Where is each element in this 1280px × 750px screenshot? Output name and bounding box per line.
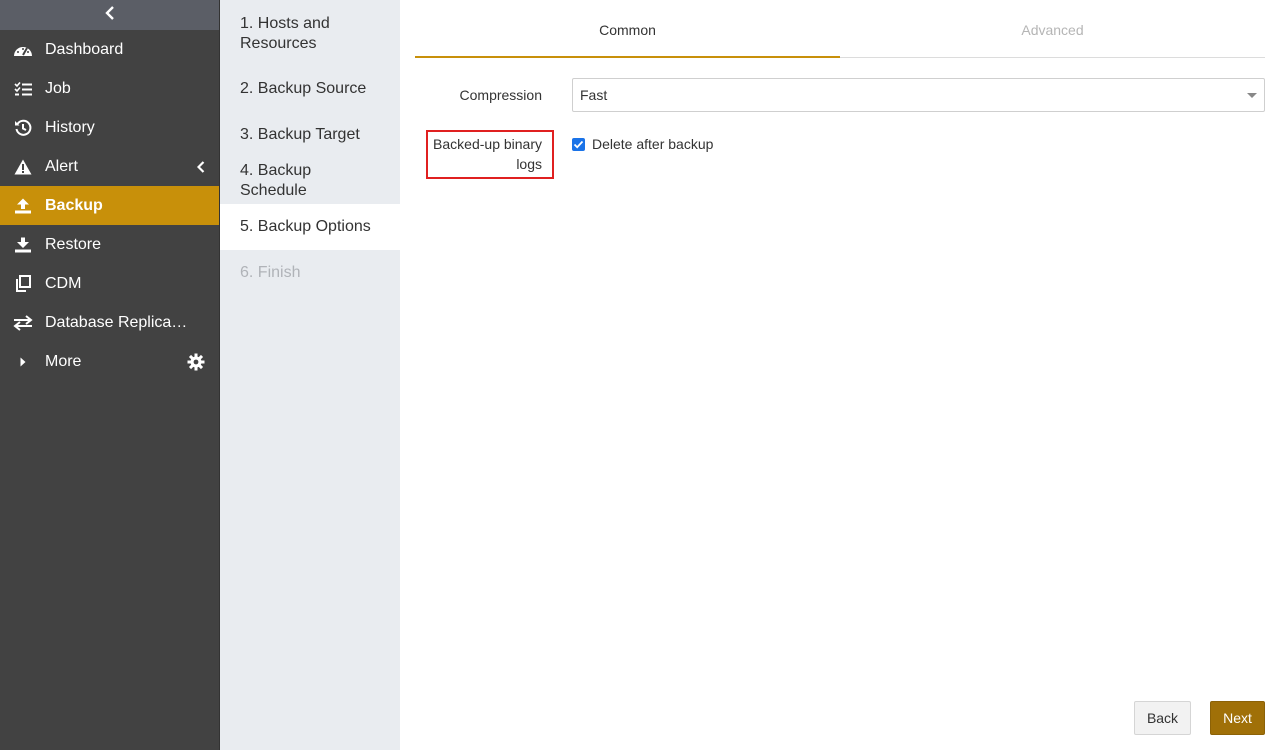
delete-after-backup-option[interactable]: Delete after backup [572, 136, 713, 152]
sidebar-item-label: Database Replica… [45, 313, 188, 331]
sidebar-item-job[interactable]: Job [0, 69, 219, 108]
sidebar-item-history[interactable]: History [0, 108, 219, 147]
sidebar-item-label: Alert [45, 157, 78, 175]
backup-upload-icon [0, 198, 45, 214]
sidebar-item-label: CDM [45, 274, 82, 292]
sidebar-item-more[interactable]: More [0, 342, 219, 381]
chevron-left-icon [104, 5, 115, 25]
step-backup-schedule[interactable]: 4. Backup Schedule [220, 158, 400, 204]
sidebar-item-dashboard[interactable]: Dashboard [0, 30, 219, 69]
compression-value: Fast [580, 87, 608, 103]
restore-download-icon [0, 237, 45, 253]
history-icon [0, 119, 45, 137]
tab-advanced[interactable]: Advanced [840, 13, 1265, 57]
sidebar-item-cdm[interactable]: CDM [0, 264, 219, 303]
sidebar: Dashboard Job History Alert Backup Resto… [0, 0, 220, 750]
delete-after-backup-checkbox[interactable] [572, 137, 585, 151]
caret-right-icon [0, 356, 45, 368]
dashboard-icon [0, 42, 45, 58]
step-label: 6. Finish [240, 264, 301, 281]
sidebar-item-label: Job [45, 79, 71, 97]
delete-after-backup-label: Delete after backup [592, 136, 714, 152]
main-content: Common Advanced Compression Fast Backed-… [400, 0, 1280, 750]
sidebar-item-database-replication[interactable]: Database Replica… [0, 303, 219, 342]
job-list-icon [0, 81, 45, 96]
sidebar-item-alert[interactable]: Alert [0, 147, 219, 186]
replication-arrows-icon [0, 314, 45, 331]
step-finish: 6. Finish [220, 250, 400, 296]
wizard-steps: 1. Hosts and Resources 2. Backup Source … [220, 0, 400, 750]
step-backup-options[interactable]: 5. Backup Options [220, 204, 400, 250]
step-label: 5. Backup Options [240, 218, 371, 235]
compression-label: Compression [459, 87, 542, 103]
sidebar-item-label: History [45, 118, 95, 136]
sidebar-item-label: Restore [45, 235, 102, 253]
step-label: 2. Backup Source [240, 80, 367, 97]
sidebar-item-restore[interactable]: Restore [0, 225, 219, 264]
step-hosts-and-resources[interactable]: 1. Hosts and Resources [220, 0, 400, 66]
sidebar-item-backup[interactable]: Backup [0, 186, 219, 225]
step-backup-target[interactable]: 3. Backup Target [220, 112, 400, 158]
back-button[interactable]: Back [1134, 701, 1191, 735]
binary-logs-label: Backed-up binary logs [433, 136, 542, 172]
alert-icon [0, 159, 45, 175]
compression-select[interactable]: Fast [572, 78, 1265, 112]
dropdown-caret-icon [1247, 93, 1257, 98]
step-label: 3. Backup Target [240, 126, 360, 143]
next-button[interactable]: Next [1210, 701, 1265, 735]
sidebar-collapse-button[interactable] [0, 0, 219, 30]
sidebar-item-label: Dashboard [45, 40, 124, 58]
tab-common[interactable]: Common [415, 13, 840, 58]
step-label: 1. Hosts and Resources [240, 15, 330, 52]
sidebar-item-label: Backup [45, 196, 103, 214]
options-tabs: Common Advanced [415, 13, 1265, 58]
checkmark-icon [573, 140, 584, 148]
cdm-copy-icon [0, 275, 45, 292]
chevron-left-icon [197, 160, 205, 173]
step-label: 4. Backup Schedule [240, 162, 312, 199]
gear-icon[interactable] [187, 353, 205, 371]
step-backup-source[interactable]: 2. Backup Source [220, 66, 400, 112]
